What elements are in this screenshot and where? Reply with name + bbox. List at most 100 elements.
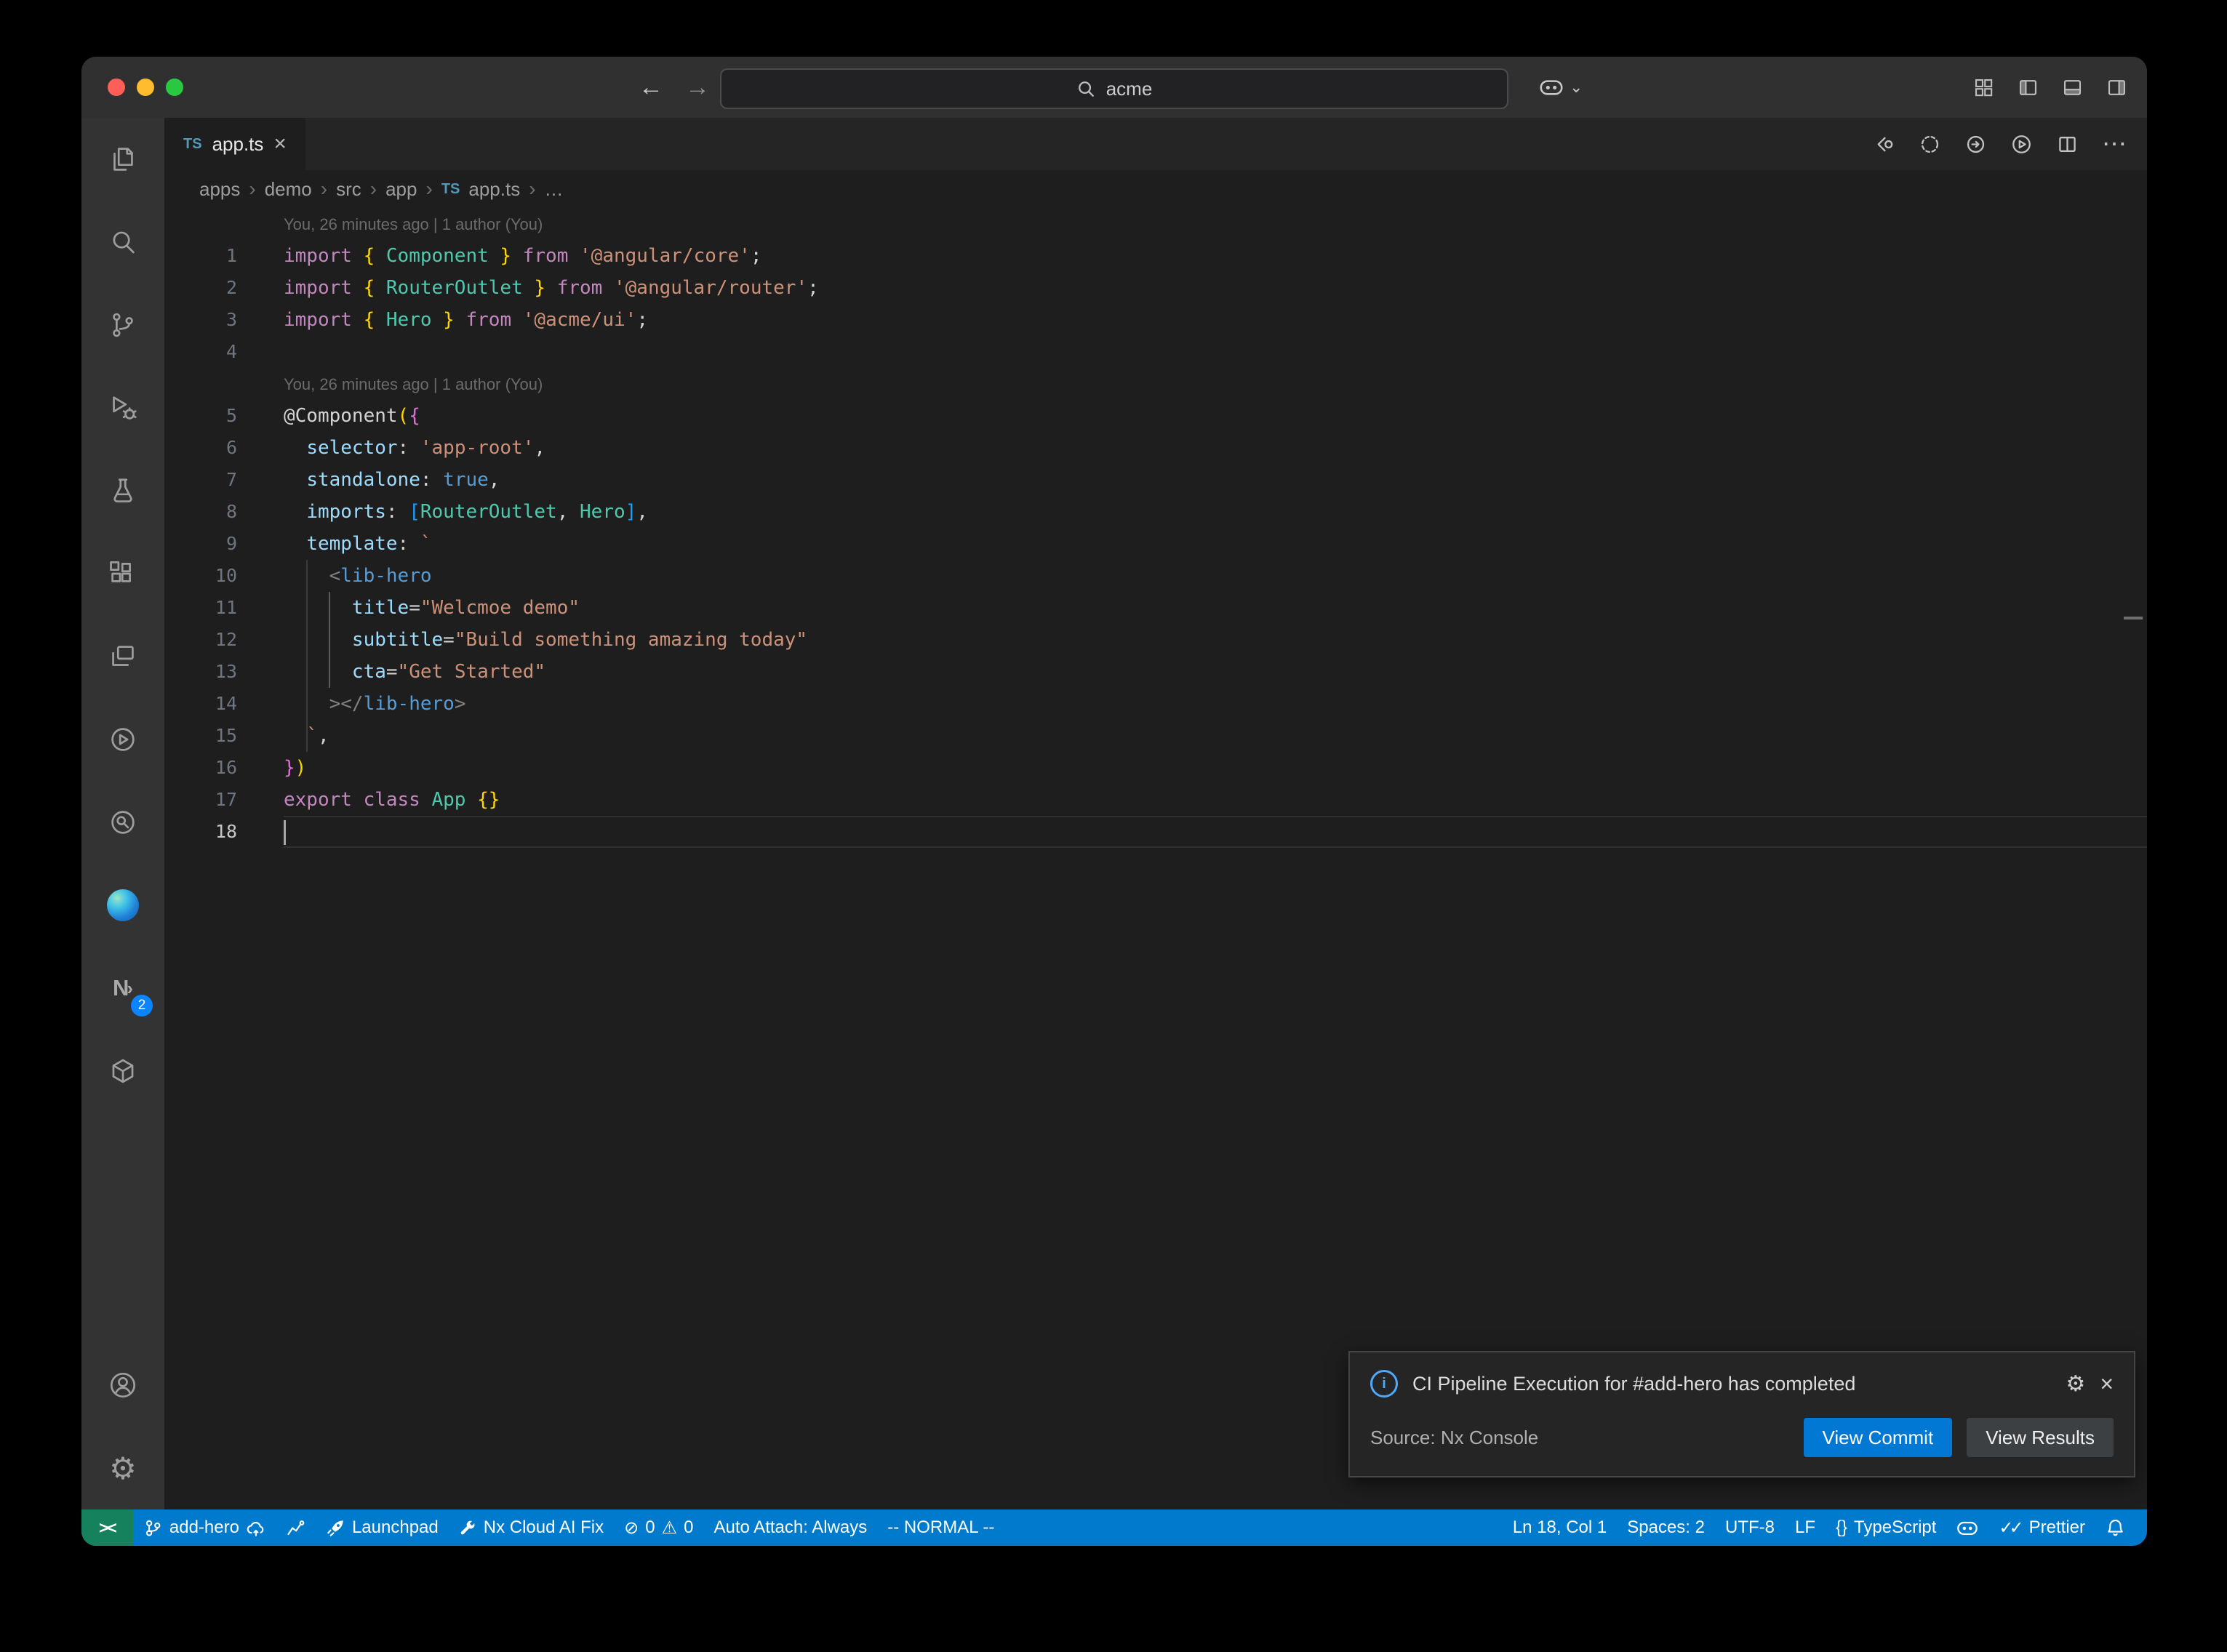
code-row[interactable]: 4: [164, 336, 2147, 368]
close-window-button[interactable]: [108, 79, 125, 96]
code-row[interactable]: 6 selector: 'app-root',: [164, 432, 2147, 464]
close-tab-button[interactable]: ×: [273, 133, 287, 155]
problems-status-item[interactable]: ⊘ 0 ⚠ 0: [614, 1509, 703, 1546]
code-row[interactable]: 18: [164, 816, 2147, 848]
breadcrumb-item-demo[interactable]: demo: [265, 178, 312, 201]
toggle-panel-icon[interactable]: [2061, 76, 2084, 99]
breadcrumb-item-apps[interactable]: apps: [199, 178, 240, 201]
activity-item-edge-devtools[interactable]: [81, 864, 164, 947]
formatter-status-item[interactable]: ✓✓ Prettier: [1988, 1509, 2095, 1546]
go-back-icon[interactable]: [1873, 133, 1895, 156]
code-line[interactable]: export class App {}: [284, 784, 2147, 816]
minimize-window-button[interactable]: [137, 79, 154, 96]
code-line[interactable]: [284, 816, 2147, 848]
activity-item-run-debug[interactable]: [81, 366, 164, 449]
code-line[interactable]: selector: 'app-root',: [284, 432, 2147, 464]
notifications-status-item[interactable]: [2095, 1509, 2135, 1546]
breadcrumb-item-symbol[interactable]: …: [545, 178, 564, 201]
code-row[interactable]: 13 cta="Get Started": [164, 656, 2147, 688]
circle-arrow-icon[interactable]: [1964, 133, 1987, 156]
view-commit-button[interactable]: View Commit: [1804, 1418, 1953, 1457]
toggle-primary-sidebar-icon[interactable]: [2017, 76, 2039, 99]
code-row[interactable]: 7 standalone: true,: [164, 464, 2147, 496]
code-line[interactable]: import { Hero } from '@acme/ui';: [284, 304, 2147, 336]
code-row[interactable]: 15 `,: [164, 720, 2147, 752]
code-line[interactable]: You, 26 minutes ago | 1 author (You): [284, 208, 2147, 240]
code-line[interactable]: @Component({: [284, 400, 2147, 432]
code-row[interactable]: 5@Component({: [164, 400, 2147, 432]
code-row[interactable]: 9 template: `: [164, 528, 2147, 560]
view-results-button[interactable]: View Results: [1967, 1418, 2114, 1457]
language-status-item[interactable]: {} TypeScript: [1826, 1509, 1946, 1546]
commit-graph-status-item[interactable]: [276, 1509, 316, 1546]
code-row[interactable]: 17export class App {}: [164, 784, 2147, 816]
activity-item-extensions[interactable]: [81, 532, 164, 615]
activity-item-settings[interactable]: ⚙: [81, 1427, 164, 1509]
code-line[interactable]: }): [284, 752, 2147, 784]
activity-item-run-circle[interactable]: [81, 698, 164, 781]
code-line[interactable]: `,: [284, 720, 2147, 752]
indentation-status-item[interactable]: Spaces: 2: [1617, 1509, 1715, 1546]
activity-item-cube[interactable]: [81, 1030, 164, 1112]
copilot-menu-button[interactable]: ⌄: [1539, 57, 1583, 118]
activity-item-remote-explorer[interactable]: [81, 615, 164, 698]
zoom-window-button[interactable]: [166, 79, 183, 96]
remote-indicator[interactable]: ><: [81, 1509, 133, 1546]
auto-attach-status-item[interactable]: Auto Attach: Always: [703, 1509, 877, 1546]
activity-item-accounts[interactable]: [81, 1344, 164, 1427]
activity-item-code-search[interactable]: [81, 781, 164, 864]
cursor-position-status-item[interactable]: Ln 18, Col 1: [1503, 1509, 1617, 1546]
breadcrumb-item-src[interactable]: src: [336, 178, 361, 201]
blame-row[interactable]: You, 26 minutes ago | 1 author (You): [164, 208, 2147, 240]
breadcrumb-item-app[interactable]: app: [385, 178, 417, 201]
eol-status-item[interactable]: LF: [1785, 1509, 1826, 1546]
split-editor-icon[interactable]: [2056, 133, 2079, 156]
run-file-icon[interactable]: [2010, 133, 2033, 156]
blame-row[interactable]: You, 26 minutes ago | 1 author (You): [164, 368, 2147, 400]
code-row[interactable]: 1import { Component } from '@angular/cor…: [164, 240, 2147, 272]
breadcrumb-item-file[interactable]: app.ts: [468, 178, 520, 201]
activity-item-explorer[interactable]: [81, 118, 164, 201]
code-line[interactable]: You, 26 minutes ago | 1 author (You): [284, 368, 2147, 400]
history-back-button[interactable]: ←: [639, 73, 663, 102]
notification-close-button[interactable]: ×: [2100, 1372, 2114, 1395]
code-line[interactable]: import { RouterOutlet } from '@angular/r…: [284, 272, 2147, 304]
activity-item-nx-console[interactable]: N› 2: [81, 947, 164, 1030]
code-line[interactable]: imports: [RouterOutlet, Hero],: [284, 496, 2147, 528]
code-row[interactable]: 14 ></lib-hero>: [164, 688, 2147, 720]
tab-app-ts[interactable]: TS app.ts ×: [164, 118, 305, 170]
encoding-status-item[interactable]: UTF-8: [1715, 1509, 1785, 1546]
activity-item-search[interactable]: [81, 201, 164, 284]
vim-mode-status-item[interactable]: -- NORMAL --: [877, 1509, 1004, 1546]
code-row[interactable]: 2import { RouterOutlet } from '@angular/…: [164, 272, 2147, 304]
copilot-status-item[interactable]: [1946, 1509, 1988, 1546]
code-line[interactable]: subtitle="Build something amazing today": [284, 624, 2147, 656]
circle-outline-icon[interactable]: [1919, 133, 1941, 156]
code-line[interactable]: cta="Get Started": [284, 656, 2147, 688]
code-line[interactable]: standalone: true,: [284, 464, 2147, 496]
history-forward-button[interactable]: →: [685, 73, 710, 102]
code-row[interactable]: 11 title="Welcmoe demo": [164, 592, 2147, 624]
toggle-secondary-sidebar-icon[interactable]: [2106, 76, 2128, 99]
code-line[interactable]: <lib-hero: [284, 560, 2147, 592]
customize-layout-icon[interactable]: [1972, 76, 1995, 99]
command-center-search[interactable]: acme: [720, 68, 1508, 109]
code-line[interactable]: template: `: [284, 528, 2147, 560]
code-line[interactable]: ></lib-hero>: [284, 688, 2147, 720]
code-row[interactable]: 8 imports: [RouterOutlet, Hero],: [164, 496, 2147, 528]
activity-item-source-control[interactable]: [81, 284, 164, 366]
notification-settings-button[interactable]: ⚙: [2066, 1371, 2085, 1397]
code-line[interactable]: import { Component } from '@angular/core…: [284, 240, 2147, 272]
nx-cloud-status-item[interactable]: Nx Cloud AI Fix: [449, 1509, 614, 1546]
launchpad-status-item[interactable]: Launchpad: [316, 1509, 449, 1546]
code-row[interactable]: 3import { Hero } from '@acme/ui';: [164, 304, 2147, 336]
code-row[interactable]: 12 subtitle="Build something amazing tod…: [164, 624, 2147, 656]
code-row[interactable]: 10 <lib-hero: [164, 560, 2147, 592]
code-editor[interactable]: You, 26 minutes ago | 1 author (You)1imp…: [164, 208, 2147, 1509]
code-row[interactable]: 16}): [164, 752, 2147, 784]
more-actions-icon[interactable]: ⋯: [2102, 129, 2127, 159]
code-line[interactable]: title="Welcmoe demo": [284, 592, 2147, 624]
code-line[interactable]: [284, 336, 2147, 368]
branch-status-item[interactable]: add-hero: [133, 1509, 276, 1546]
activity-item-testing[interactable]: [81, 449, 164, 532]
